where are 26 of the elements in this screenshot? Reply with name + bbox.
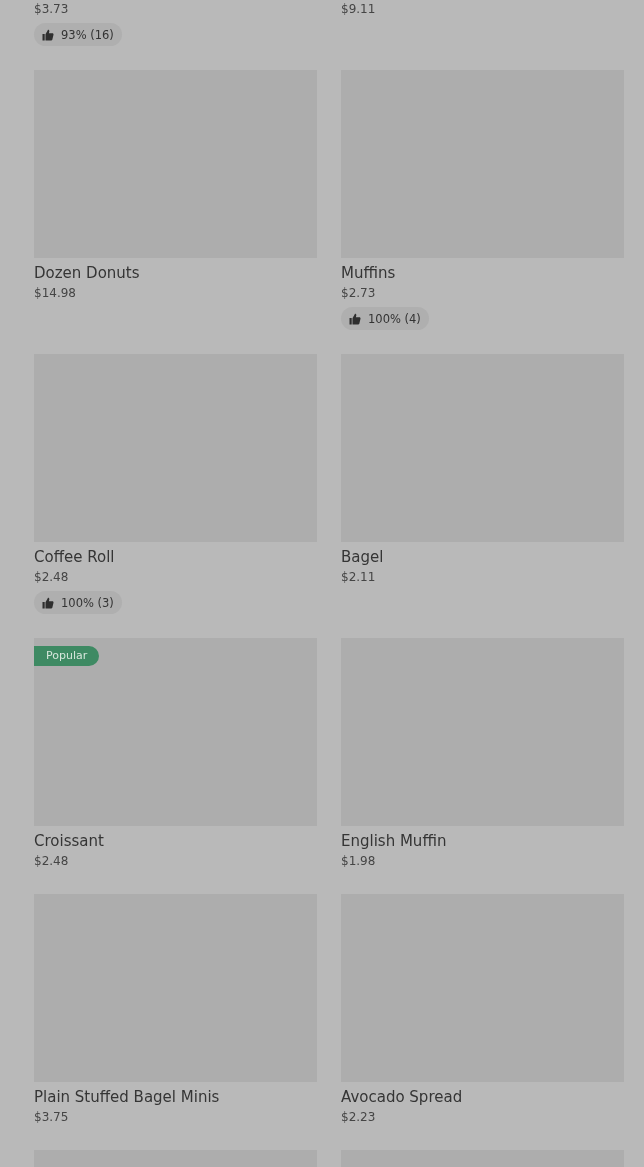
product-name: English Muffin: [341, 831, 448, 852]
product-price: $3.73: [34, 1, 70, 18]
product-price: $9.11: [341, 1, 377, 18]
product-price: $2.48: [34, 569, 70, 586]
product-price: $14.98: [34, 285, 77, 302]
product-name: Dozen Donuts: [34, 263, 141, 284]
rating-text: 100% (4): [368, 311, 421, 326]
rating-text: 100% (3): [61, 595, 114, 610]
product-name: Muffins: [341, 263, 397, 284]
product-price: $2.73: [341, 285, 377, 302]
product-name: Bagel: [341, 547, 385, 568]
product-price: $2.23: [341, 1109, 377, 1126]
product-price: $3.75: [34, 1109, 70, 1126]
product-price: $1.98: [341, 853, 377, 870]
product-name: Plain Stuffed Bagel Minis: [34, 1087, 221, 1108]
thumbs-up-icon: [42, 596, 54, 609]
thumbs-up-icon: [349, 312, 361, 325]
product-price: $2.11: [341, 569, 377, 586]
product-name: Coffee Roll: [34, 547, 116, 568]
product-price: $2.48: [34, 853, 70, 870]
thumbs-up-icon: [42, 28, 54, 41]
image-placeholder[interactable]: [34, 638, 317, 826]
popular-badge: Popular: [34, 646, 100, 666]
product-name: Croissant: [34, 831, 105, 852]
product-name: Avocado Spread: [341, 1087, 464, 1108]
rating-text: 93% (16): [61, 27, 114, 42]
